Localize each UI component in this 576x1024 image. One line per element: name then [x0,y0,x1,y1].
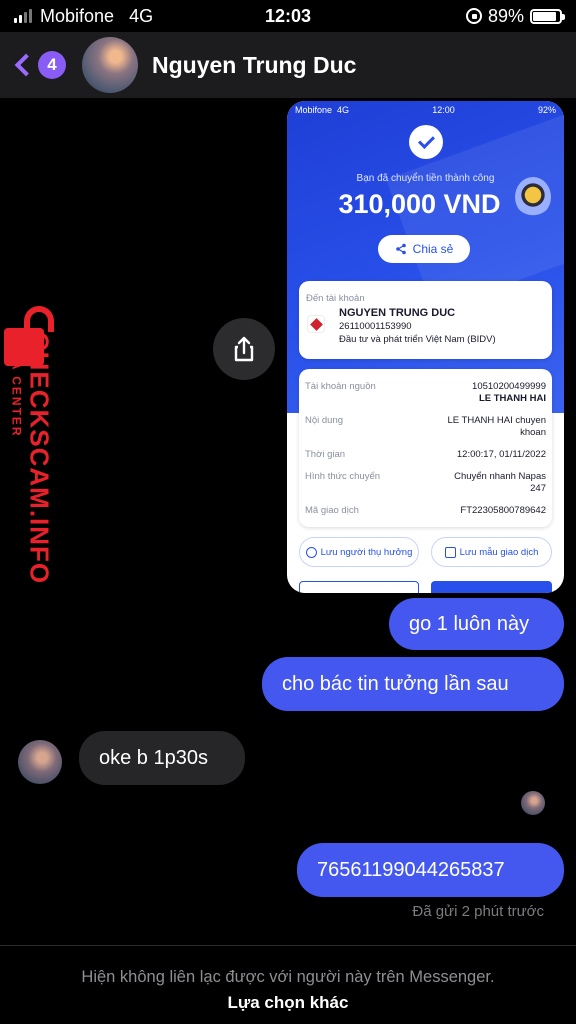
receipt-status-bar: Mobifone 4G 12:00 92% [295,105,556,115]
composer-unavailable-notice: Hiện không liên lạc được với người này t… [0,945,576,1024]
detail-row: Hình thức chuyển Chuyển nhanh Napas 247 [305,471,546,494]
user-icon [305,546,317,558]
watermark: DATA CENTER CHECKSCAM.INFO [10,332,55,584]
sent-status: Đã gửi 2 phút trước [412,903,544,920]
status-bar: Mobifone 4G 12:03 89% [0,0,576,32]
amount: 310,000 VND [338,189,501,219]
receipt-share-button: Chia sẻ [378,235,470,263]
detail-row: Mã giao dịch FT22305800789642 [305,505,546,516]
read-receipt-avatar [521,791,545,815]
unavailable-text: Hiện không liên lạc được với người này t… [81,968,495,986]
recipient-name: NGUYEN TRUNG DUC [339,307,456,319]
rotation-lock-icon [465,8,482,24]
battery-percent: 89% [487,5,524,26]
recipient-card: Đến tài khoản NGUYEN TRUNG DUC 261100011… [299,281,552,359]
message-bubble-outgoing[interactable]: 76561199044265837 [297,843,564,897]
signal-icon [14,9,32,23]
watermark-brand: CHECKSCAM.INFO [24,331,55,585]
sender-avatar[interactable] [18,740,62,784]
detail-row: Tài khoản nguồn 10510200499999 LE THANH H… [305,381,546,404]
back-button[interactable]: 4 [10,51,66,79]
message-bubble-incoming[interactable]: oke b 1p30s [79,731,245,785]
to-account-label: Đến tài khoản [306,293,365,304]
recipient-bank: Đầu tư và phát triển Việt Nam (BIDV) [339,334,496,345]
detail-row: Nội dung LE THANH HAI chuyen khoan [305,415,546,438]
save-recipient-button: Lưu người thụ hưởng [299,537,419,567]
message-bubble-outgoing[interactable]: cho bác tin tưởng lần sau [262,657,564,711]
secondary-action-button [299,581,419,593]
contact-name[interactable]: Nguyen Trung Duc [152,52,356,79]
detail-row: Thời gian 12:00:17, 01/11/2022 [305,449,546,460]
other-options-button[interactable]: Lựa chọn khác [0,993,576,1013]
share-nodes-icon [395,243,406,255]
battery-icon [530,8,565,24]
check-icon [409,125,443,159]
contact-avatar[interactable] [82,37,138,93]
unread-badge: 4 [38,51,66,79]
transaction-details-card: Tài khoản nguồn 10510200499999 LE THANH H… [299,369,552,527]
shared-image[interactable]: Mobifone 4G 12:00 92% Bạn đã chuyển tiền… [287,101,564,593]
watermark-tagline: DATA CENTER [9,331,24,438]
recipient-account: 26110001153990 [339,321,412,332]
share-icon [234,336,254,362]
mascot-icon [515,177,551,217]
chat-header: 4 Nguyen Trung Duc [0,32,576,98]
bank-logo-icon [307,315,325,333]
document-icon [444,546,456,558]
primary-action-button [431,581,552,593]
save-template-button: Lưu mẫu giao dịch [431,537,552,567]
carrier-label: Mobifone 4G [40,5,154,26]
chevron-left-icon [14,53,38,77]
share-button[interactable] [213,318,275,380]
message-bubble-outgoing[interactable]: go 1 luôn này [389,598,564,650]
